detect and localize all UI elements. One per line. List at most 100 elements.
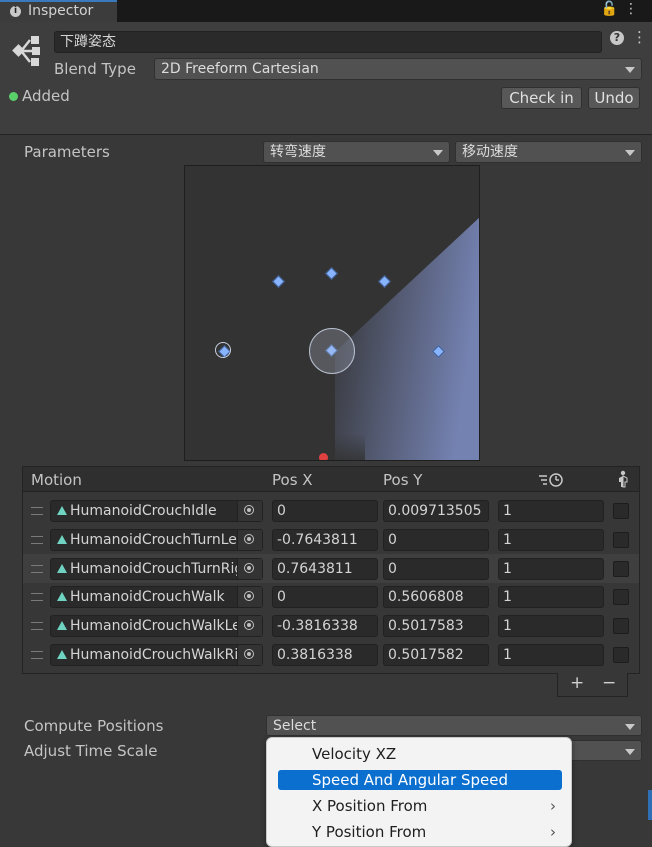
parameter-x-value: 转弯速度	[270, 144, 326, 160]
tab-inspector[interactable]: i Inspector	[0, 0, 117, 22]
remove-motion-button[interactable]: −	[602, 673, 616, 693]
blend-type-dropdown[interactable]: 2D Freeform Cartesian	[154, 58, 642, 80]
adjust-time-scale-label: Adjust Time Scale	[24, 742, 158, 760]
chevron-down-icon	[625, 749, 635, 755]
check-in-button[interactable]: Check in	[501, 87, 582, 109]
time-scale-field[interactable]: 1	[498, 500, 604, 522]
compute-positions-dropdown[interactable]: Select	[266, 715, 642, 736]
pos-x-field[interactable]: -0.7643811	[272, 529, 378, 551]
blend-graph[interactable]	[184, 165, 480, 461]
drag-handle-icon[interactable]	[31, 536, 43, 544]
pos-y-field[interactable]: 0.5017583	[383, 615, 489, 637]
animation-clip-icon	[57, 506, 67, 515]
pos-y-field[interactable]: 0	[383, 558, 489, 580]
animation-clip-icon	[57, 535, 67, 544]
motion-name: HumanoidCrouchWalk	[70, 589, 225, 605]
pos-y-field[interactable]: 0.009713505	[383, 500, 489, 522]
animation-clip-icon	[57, 564, 67, 573]
target-icon	[244, 620, 254, 630]
menu-item-label: X Position From	[312, 797, 428, 815]
pos-x-field[interactable]: 0.3816338	[272, 644, 378, 666]
object-picker-button[interactable]	[237, 587, 262, 607]
tab-bar: i Inspector 🔓⋮	[0, 0, 652, 22]
time-scale-field[interactable]: 1	[498, 615, 604, 637]
pos-x-field[interactable]: 0	[272, 500, 378, 522]
drag-handle-icon[interactable]	[31, 593, 43, 601]
object-picker-button[interactable]	[237, 501, 262, 521]
pos-y-field[interactable]: 0	[383, 529, 489, 551]
drag-handle-icon[interactable]	[31, 622, 43, 630]
target-icon	[244, 534, 254, 544]
motion-field[interactable]: HumanoidCrouchWalkLeft	[50, 615, 263, 637]
motion-field[interactable]: HumanoidCrouchTurnLeft	[50, 529, 263, 551]
table-row[interactable]: HumanoidCrouchTurnLeft -0.7643811 0 1	[23, 525, 639, 554]
current-position-marker[interactable]	[319, 453, 328, 460]
window-edge	[648, 790, 652, 820]
menu-item[interactable]: Y Position From ›	[278, 822, 562, 842]
drag-handle-icon[interactable]	[31, 507, 43, 515]
undo-button[interactable]: Undo	[588, 87, 640, 109]
parameter-y-dropdown[interactable]: 移动速度	[455, 141, 642, 163]
add-motion-button[interactable]: +	[570, 673, 584, 693]
chevron-down-icon	[433, 150, 443, 156]
lock-icon[interactable]: 🔓	[601, 1, 624, 17]
target-icon	[244, 563, 254, 573]
object-picker-button[interactable]	[237, 530, 262, 550]
object-picker-button[interactable]	[237, 616, 262, 636]
settings-more-icon[interactable]: ⋮	[632, 28, 647, 46]
pos-x-field[interactable]: 0.7643811	[272, 558, 378, 580]
parameter-y-value: 移动速度	[462, 144, 518, 160]
table-row[interactable]: HumanoidCrouchTurnRight 0.764381101	[23, 554, 639, 583]
time-scale-field[interactable]: 1	[498, 558, 604, 580]
help-icon[interactable]: ?	[610, 31, 624, 45]
table-row[interactable]: HumanoidCrouchWalkRight 0.38163380.501758…	[23, 640, 639, 669]
table-row[interactable]: HumanoidCrouchWalk 0 0.5606808 1	[23, 582, 639, 611]
asset-name-field[interactable]: 下蹲姿态	[54, 31, 602, 53]
target-icon	[244, 649, 254, 659]
drag-handle-icon[interactable]	[31, 651, 43, 659]
header-motion: Motion	[31, 471, 82, 489]
mirror-checkbox[interactable]	[613, 503, 629, 519]
time-scale-field[interactable]: 1	[498, 586, 604, 608]
motion-field[interactable]: HumanoidCrouchTurnRight	[50, 558, 263, 580]
motion-list: Motion Pos X Pos Y HumanoidCrouchIdle 0 0.…	[22, 466, 640, 674]
blend-preview-circle[interactable]	[309, 328, 355, 374]
pos-x-field[interactable]: 0	[272, 586, 378, 608]
table-row[interactable]: HumanoidCrouchWalkLeft -0.3816338 0.501758…	[23, 611, 639, 640]
object-picker-button[interactable]	[237, 645, 262, 665]
mirror-checkbox[interactable]	[613, 618, 629, 634]
header-pos-y: Pos Y	[383, 471, 423, 489]
info-icon: i	[10, 6, 21, 17]
motion-name: HumanoidCrouchTurnRight	[70, 561, 238, 577]
drag-handle-icon[interactable]	[31, 565, 43, 573]
menu-item[interactable]: Speed And Angular Speed	[278, 770, 562, 790]
selected-point-ring	[214, 342, 231, 358]
compute-positions-label: Compute Positions	[24, 717, 164, 735]
motion-field[interactable]: HumanoidCrouchWalkRight	[50, 644, 263, 666]
time-scale-icon	[539, 471, 565, 491]
time-scale-field[interactable]: 1	[498, 529, 604, 551]
pos-y-field[interactable]: 0.5606808	[383, 586, 489, 608]
menu-item[interactable]: X Position From ›	[278, 796, 562, 816]
menu-item-label: Velocity XZ	[312, 745, 397, 763]
table-row[interactable]: HumanoidCrouchIdle 0 0.009713505 1	[23, 496, 639, 525]
animation-clip-icon	[57, 650, 67, 659]
object-picker-button[interactable]	[237, 559, 262, 579]
pos-y-field[interactable]: 0.5017582	[383, 644, 489, 666]
pos-x-field[interactable]: -0.3816338	[272, 615, 378, 637]
mirror-checkbox[interactable]	[613, 647, 629, 663]
mirror-checkbox[interactable]	[613, 589, 629, 605]
menu-item[interactable]: Velocity XZ	[278, 744, 562, 764]
blend-tree-icon	[10, 34, 44, 68]
parameter-x-dropdown[interactable]: 转弯速度	[263, 141, 450, 163]
mirror-checkbox[interactable]	[613, 561, 629, 577]
list-footer: + −	[557, 673, 628, 697]
added-status-label: Added	[22, 87, 70, 105]
mirror-checkbox[interactable]	[613, 532, 629, 548]
target-icon	[244, 591, 254, 601]
motion-field[interactable]: HumanoidCrouchIdle	[50, 500, 263, 522]
more-menu-icon[interactable]: ⋮	[624, 1, 644, 17]
motion-field[interactable]: HumanoidCrouchWalk	[50, 586, 263, 608]
motion-name: HumanoidCrouchTurnLeft	[70, 532, 238, 548]
time-scale-field[interactable]: 1	[498, 644, 604, 666]
